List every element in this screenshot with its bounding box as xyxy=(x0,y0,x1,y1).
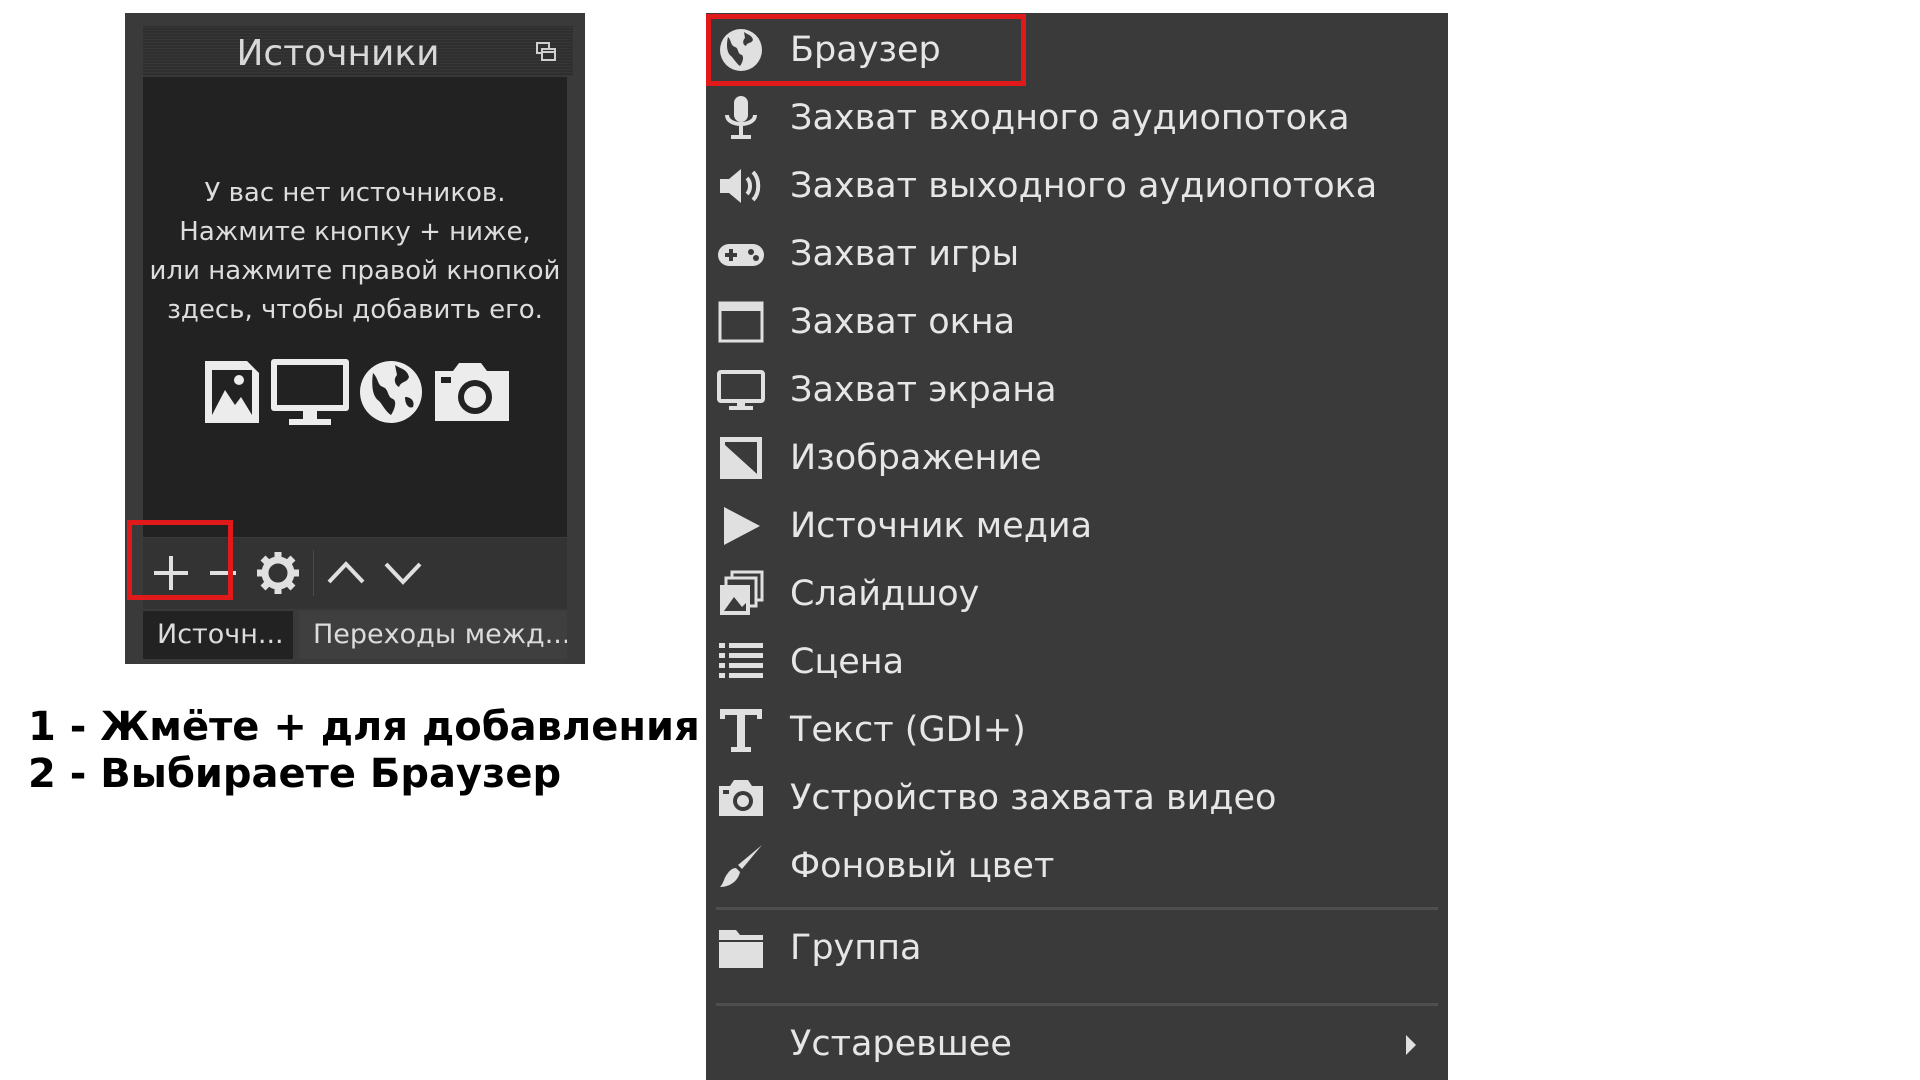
menu-item-label: Слайдшоу xyxy=(790,574,980,614)
empty-icons-row xyxy=(201,357,513,427)
menu-item-label: Захват игры xyxy=(790,234,1020,274)
menu-item-deprecated[interactable]: Устаревшее xyxy=(706,1011,1448,1077)
gamepad-icon xyxy=(718,244,764,266)
empty-message-line: или нажмите правой кнопкой xyxy=(149,256,561,286)
monitor-icon xyxy=(717,370,765,410)
empty-sources-message: У вас нет источников. Нажмите кнопку + н… xyxy=(143,174,567,330)
empty-message-line: У вас нет источников. xyxy=(204,178,506,208)
menu-separator xyxy=(716,907,1438,910)
move-source-down-button[interactable] xyxy=(378,548,428,598)
menu-item-media-source[interactable]: Источник медиа xyxy=(706,493,1448,559)
menu-item-text-gdi[interactable]: Текст (GDI+) xyxy=(706,697,1448,763)
chevron-right-icon xyxy=(1406,1035,1416,1055)
microphone-icon xyxy=(725,96,757,139)
source-properties-button[interactable] xyxy=(253,548,303,598)
chevron-down-icon xyxy=(384,562,422,585)
browser-item-highlight xyxy=(706,14,1026,86)
menu-item-label: Захват входного аудиопотока xyxy=(790,98,1350,138)
menu-item-video-capture-device[interactable]: Устройство захвата видео xyxy=(706,765,1448,831)
menu-item-color-source[interactable]: Фоновый цвет xyxy=(706,833,1448,899)
image-icon xyxy=(205,361,259,423)
menu-item-audio-input-capture[interactable]: Захват входного аудиопотока xyxy=(706,85,1448,151)
menu-item-label: Захват окна xyxy=(790,302,1016,342)
menu-item-label: Текст (GDI+) xyxy=(790,710,1026,750)
empty-message-line: Нажмите кнопку + ниже, xyxy=(179,217,531,247)
folder-icon xyxy=(719,930,763,968)
add-button-highlight xyxy=(127,520,233,600)
globe-icon xyxy=(360,361,422,423)
menu-item-label: Устройство захвата видео xyxy=(790,778,1277,818)
menu-item-label: Источник медиа xyxy=(790,506,1093,546)
menu-item-label: Изображение xyxy=(790,438,1042,478)
menu-item-label: Сцена xyxy=(790,642,905,682)
instruction-step-1: 1 - Жмёте + для добавления xyxy=(28,704,700,750)
tab-sources[interactable]: Источн... xyxy=(143,611,293,659)
sources-list[interactable]: У вас нет источников. Нажмите кнопку + н… xyxy=(143,77,567,537)
float-dock-icon[interactable] xyxy=(535,41,557,63)
window-icon xyxy=(718,301,764,343)
menu-item-window-capture[interactable]: Захват окна xyxy=(706,289,1448,355)
play-icon xyxy=(724,507,760,545)
image-icon xyxy=(720,437,762,479)
monitor-icon xyxy=(271,359,349,425)
gear-icon xyxy=(257,552,299,594)
slideshow-icon xyxy=(720,570,764,615)
menu-item-label: Устаревшее xyxy=(790,1024,1012,1064)
tab-transitions[interactable]: Переходы межд... xyxy=(299,611,567,659)
menu-separator xyxy=(716,1003,1438,1006)
dock-title-bar: Источники xyxy=(143,26,573,76)
menu-item-label: Захват экрана xyxy=(790,370,1057,410)
add-source-menu: Браузер Захват входного аудиопотока Захв… xyxy=(706,13,1448,1080)
camera-icon xyxy=(719,780,763,816)
instruction-step-2: 2 - Выбираете Браузер xyxy=(28,751,562,797)
speaker-icon xyxy=(720,169,761,203)
menu-item-group[interactable]: Группа xyxy=(706,915,1448,981)
chevron-up-icon xyxy=(327,561,365,584)
menu-item-image[interactable]: Изображение xyxy=(706,425,1448,491)
menu-item-game-capture[interactable]: Захват игры xyxy=(706,221,1448,287)
menu-item-scene[interactable]: Сцена xyxy=(706,629,1448,695)
move-source-up-button[interactable] xyxy=(321,548,371,598)
menu-item-label: Фоновый цвет xyxy=(790,846,1055,886)
menu-item-audio-output-capture[interactable]: Захват выходного аудиопотока xyxy=(706,153,1448,219)
text-icon xyxy=(720,709,762,752)
dock-tabs: Источн... Переходы межд... xyxy=(143,611,567,659)
toolbar-separator xyxy=(313,550,314,596)
brush-icon xyxy=(720,845,762,887)
menu-item-display-capture[interactable]: Захват экрана xyxy=(706,357,1448,423)
list-icon xyxy=(719,643,763,678)
menu-item-label: Захват выходного аудиопотока xyxy=(790,166,1378,206)
menu-item-label: Группа xyxy=(790,928,922,968)
camera-icon xyxy=(435,363,509,421)
menu-item-slideshow[interactable]: Слайдшоу xyxy=(706,561,1448,627)
dock-title: Источники xyxy=(236,33,440,74)
empty-message-line: здесь, чтобы добавить его. xyxy=(167,295,543,325)
